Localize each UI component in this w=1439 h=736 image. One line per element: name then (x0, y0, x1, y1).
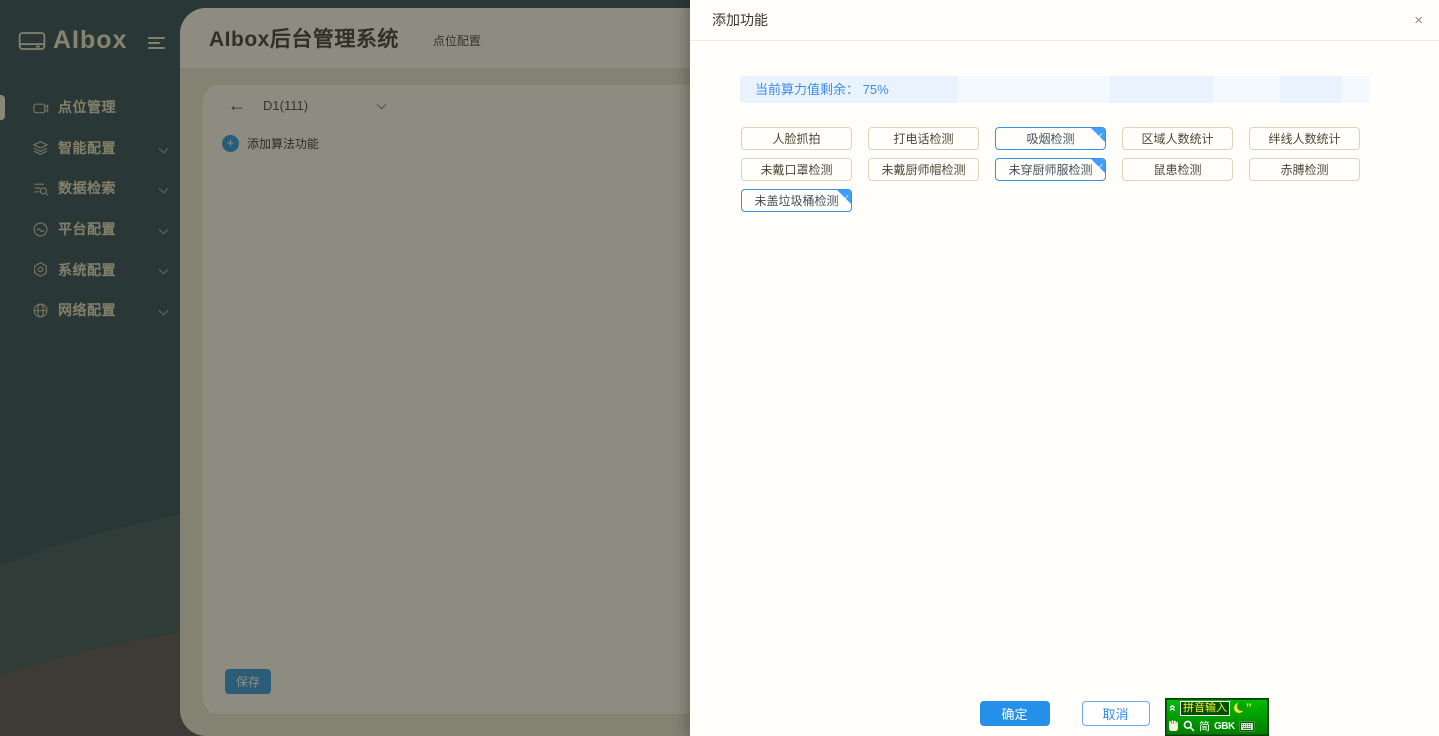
function-option-label: 未盖垃圾桶检测 (754, 194, 838, 208)
function-option[interactable]: 人脸抓拍 (741, 127, 852, 150)
function-option-label: 人脸抓拍 (772, 132, 820, 146)
compute-remaining-value: 75% (863, 82, 889, 97)
add-function-drawer: 添加功能 × 当前算力值剩余： 75% 人脸抓拍 打电话检测 吸烟检测 区域人数… (690, 0, 1439, 736)
function-option-label: 未戴厨师帽检测 (881, 163, 965, 177)
ime-halfwidth-moon-icon[interactable] (1234, 703, 1244, 713)
ime-magnifier-icon[interactable] (1183, 720, 1195, 732)
function-option[interactable]: 未戴厨师帽检测 (868, 158, 979, 181)
function-option-label: 未戴口罩检测 (760, 163, 832, 177)
function-option[interactable]: 未戴口罩检测 (741, 158, 852, 181)
function-option-label: 赤膊检测 (1280, 163, 1328, 177)
function-option[interactable]: 打电话检测 (868, 127, 979, 150)
ime-toggle-icon[interactable]: « (1168, 703, 1178, 713)
ime-panel[interactable]: « 拼音输入 ’’ 简 GBK (1165, 698, 1269, 736)
function-grid: 人脸抓拍 打电话检测 吸烟检测 区域人数统计 绊线人数统计 未戴口罩检测 未戴厨… (741, 127, 1386, 220)
function-option-label: 吸烟检测 (1026, 132, 1074, 146)
compute-remaining-alert: 当前算力值剩余： 75% (740, 76, 1370, 103)
function-option[interactable]: 鼠患检测 (1122, 158, 1233, 181)
cancel-button[interactable]: 取消 (1082, 701, 1150, 726)
compute-remaining-label: 当前算力值剩余： (755, 82, 859, 97)
function-option[interactable]: 赤膊检测 (1249, 158, 1360, 181)
ime-hand-icon[interactable] (1168, 720, 1179, 732)
function-option[interactable]: 未穿厨师服检测 (995, 158, 1106, 181)
drawer-header: 添加功能 × (690, 0, 1439, 41)
ime-punctuation-icon[interactable]: ’’ (1246, 704, 1252, 712)
confirm-button[interactable]: 确定 (980, 701, 1050, 726)
function-option-label: 绊线人数统计 (1268, 132, 1340, 146)
ime-mode-label[interactable]: 拼音输入 (1180, 701, 1230, 716)
drawer-footer: 确定 取消 (690, 701, 1439, 726)
function-option[interactable]: 未盖垃圾桶检测 (741, 189, 852, 212)
ime-simplified-label[interactable]: 简 (1199, 718, 1210, 734)
ime-bottom-row: 简 GBK (1166, 717, 1268, 735)
ime-top-row: « 拼音输入 ’’ (1166, 699, 1268, 717)
function-option-label: 未穿厨师服检测 (1008, 163, 1092, 177)
close-icon[interactable]: × (1414, 13, 1423, 28)
drawer-title: 添加功能 (712, 10, 768, 30)
function-option-label: 鼠患检测 (1153, 163, 1201, 177)
function-option[interactable]: 绊线人数统计 (1249, 127, 1360, 150)
function-option-label: 区域人数统计 (1141, 132, 1213, 146)
function-option[interactable]: 吸烟检测 (995, 127, 1106, 150)
ime-keyboard-icon[interactable] (1239, 721, 1255, 732)
function-option[interactable]: 区域人数统计 (1122, 127, 1233, 150)
function-option-label: 打电话检测 (893, 132, 953, 146)
ime-encoding-label[interactable]: GBK (1214, 721, 1235, 732)
